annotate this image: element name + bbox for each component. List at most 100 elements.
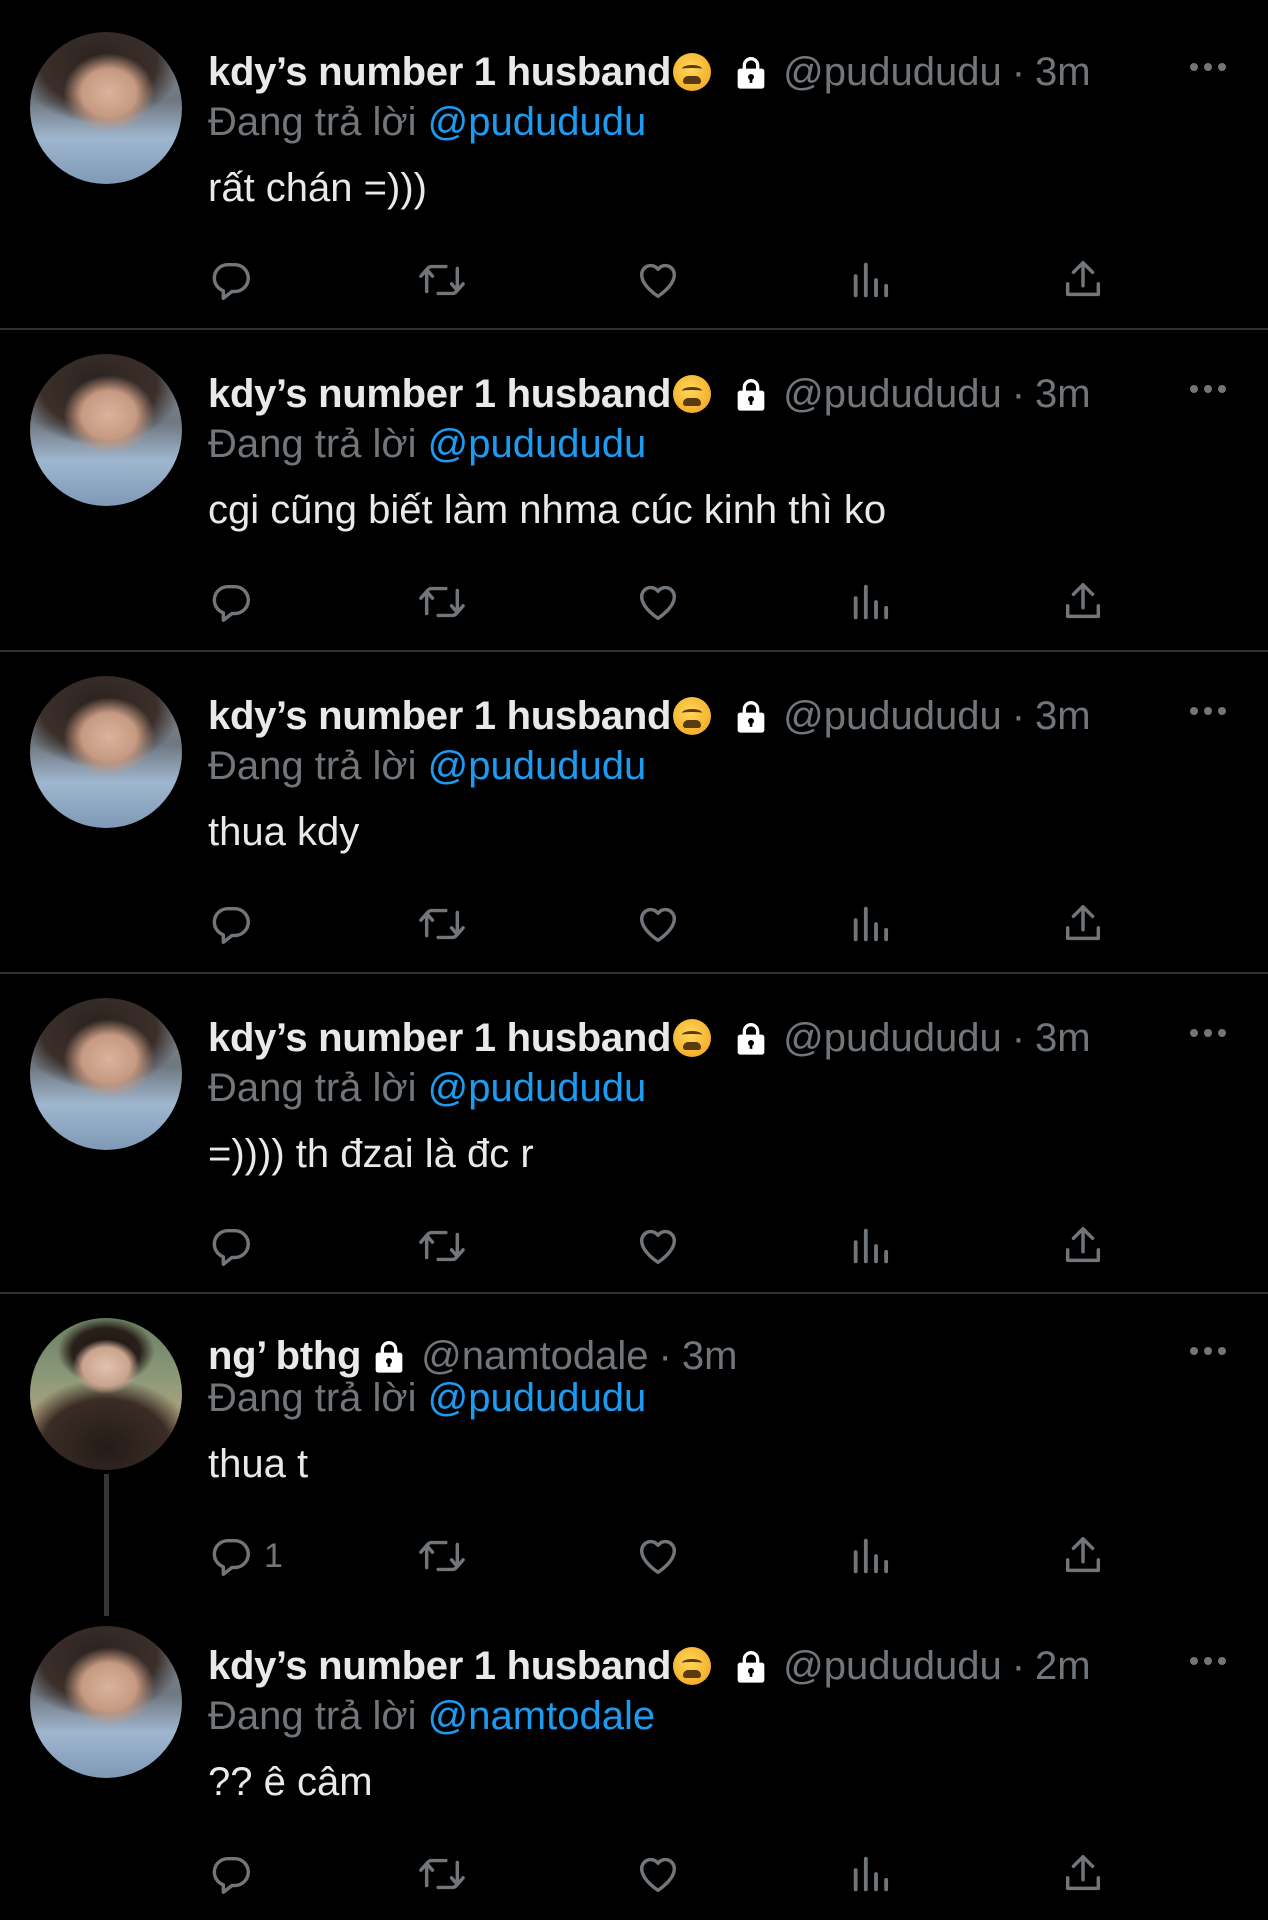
timestamp[interactable]: 3m: [1035, 372, 1091, 417]
like-button[interactable]: [634, 574, 682, 630]
tweet[interactable]: kdy’s number 1 husband @pudududu · 3m Đa…: [0, 330, 1268, 652]
retweet-icon: [416, 257, 468, 303]
reply-button[interactable]: [208, 896, 264, 952]
heart-icon: [634, 1223, 682, 1269]
tweet[interactable]: kdy’s number 1 husband @pudududu · 3m Đa…: [0, 0, 1268, 330]
handle[interactable]: @pudududu: [783, 50, 1002, 95]
share-button[interactable]: [1060, 1846, 1106, 1902]
views-button[interactable]: [848, 1846, 894, 1902]
handle[interactable]: @namtodale: [421, 1334, 648, 1379]
views-chart-icon: [848, 257, 894, 303]
display-name[interactable]: kdy’s number 1 husband: [208, 694, 671, 739]
like-button[interactable]: [634, 896, 682, 952]
tweet-text: rất chán =))): [208, 166, 427, 210]
like-button[interactable]: [634, 1218, 682, 1274]
more-dots-icon[interactable]: [1188, 1654, 1228, 1674]
display-name[interactable]: ng’ bthg: [208, 1334, 361, 1379]
separator-dot: ·: [1011, 49, 1026, 94]
retweet-button[interactable]: [416, 1218, 468, 1274]
thread-connector-line: [104, 1474, 109, 1616]
tired-face-emoji-icon: [673, 1019, 712, 1057]
timestamp[interactable]: 3m: [1035, 1016, 1091, 1061]
tweet[interactable]: kdy’s number 1 husband @pudududu · 3m Đa…: [0, 652, 1268, 974]
replying-label: Đang trả lời: [208, 100, 417, 144]
reply-button[interactable]: [208, 574, 264, 630]
like-button[interactable]: [634, 252, 682, 308]
handle[interactable]: @pudududu: [783, 1016, 1002, 1061]
lock-icon: [731, 1018, 771, 1058]
timestamp[interactable]: 3m: [682, 1334, 738, 1379]
display-name[interactable]: kdy’s number 1 husband: [208, 1644, 671, 1689]
retweet-button[interactable]: [416, 896, 468, 952]
reply-bubble-icon: [208, 579, 254, 625]
views-button[interactable]: [848, 896, 894, 952]
share-button[interactable]: [1060, 574, 1106, 630]
views-chart-icon: [848, 901, 894, 947]
views-button[interactable]: [848, 1218, 894, 1274]
timestamp[interactable]: 2m: [1035, 1644, 1091, 1689]
reply-bubble-icon: [208, 1533, 254, 1579]
more-dots-icon[interactable]: [1188, 1026, 1228, 1046]
lock-icon: [731, 1646, 771, 1686]
share-button[interactable]: [1060, 896, 1106, 952]
separator-dot: ·: [658, 1333, 672, 1378]
avatar[interactable]: [30, 354, 182, 506]
views-button[interactable]: [848, 574, 894, 630]
tweet-header: kdy’s number 1 husband @pudududu · 2m: [208, 1638, 1178, 1694]
more-dots-icon[interactable]: [1188, 60, 1228, 80]
avatar[interactable]: [30, 32, 182, 184]
reply-button[interactable]: [208, 252, 264, 308]
views-chart-icon: [848, 1223, 894, 1269]
reply-button[interactable]: [208, 1846, 264, 1902]
mention-link[interactable]: @pudududu: [428, 744, 647, 788]
reply-button[interactable]: [208, 1218, 264, 1274]
retweet-button[interactable]: [416, 1846, 468, 1902]
replying-to: Đang trả lời @pudududu: [208, 1376, 646, 1421]
avatar[interactable]: [30, 1318, 182, 1470]
share-button[interactable]: [1060, 1528, 1106, 1584]
timestamp[interactable]: 3m: [1035, 50, 1091, 95]
action-bar: [208, 252, 1128, 308]
avatar[interactable]: [30, 998, 182, 1150]
mention-link[interactable]: @pudududu: [428, 422, 647, 466]
retweet-button[interactable]: [416, 252, 468, 308]
separator-dot: ·: [1011, 1015, 1026, 1060]
retweet-button[interactable]: [416, 1528, 468, 1584]
tweet[interactable]: kdy’s number 1 husband @pudududu · 2m Đa…: [0, 1616, 1268, 1920]
avatar[interactable]: [30, 676, 182, 828]
handle[interactable]: @pudududu: [783, 694, 1002, 739]
views-button[interactable]: [848, 252, 894, 308]
reply-button[interactable]: 1: [208, 1528, 283, 1584]
tweet[interactable]: ng’ bthg @namtodale · 3m Đang trả lời @p…: [0, 1294, 1268, 1616]
mention-link[interactable]: @namtodale: [428, 1694, 655, 1738]
lock-icon: [731, 52, 771, 92]
like-button[interactable]: [634, 1846, 682, 1902]
mention-link[interactable]: @pudududu: [428, 100, 647, 144]
views-button[interactable]: [848, 1528, 894, 1584]
separator-dot: ·: [1011, 371, 1026, 416]
reply-bubble-icon: [208, 1223, 254, 1269]
display-name[interactable]: kdy’s number 1 husband: [208, 1016, 671, 1061]
display-name[interactable]: kdy’s number 1 husband: [208, 50, 671, 95]
timestamp[interactable]: 3m: [1035, 694, 1091, 739]
mention-link[interactable]: @pudududu: [428, 1066, 647, 1110]
tired-face-emoji-icon: [673, 1647, 712, 1685]
handle[interactable]: @pudududu: [783, 1644, 1002, 1689]
reply-bubble-icon: [208, 257, 254, 303]
action-bar: [208, 1218, 1128, 1274]
tweet-text: thua t: [208, 1442, 309, 1486]
mention-link[interactable]: @pudududu: [428, 1376, 647, 1420]
more-dots-icon[interactable]: [1188, 704, 1228, 724]
tired-face-emoji-icon: [673, 697, 712, 735]
more-dots-icon[interactable]: [1188, 382, 1228, 402]
handle[interactable]: @pudududu: [783, 372, 1002, 417]
display-name[interactable]: kdy’s number 1 husband: [208, 372, 671, 417]
tweet[interactable]: kdy’s number 1 husband @pudududu · 3m Đa…: [0, 974, 1268, 1294]
avatar[interactable]: [30, 1626, 182, 1778]
like-button[interactable]: [634, 1528, 682, 1584]
retweet-button[interactable]: [416, 574, 468, 630]
more-dots-icon[interactable]: [1188, 1344, 1228, 1364]
share-button[interactable]: [1060, 1218, 1106, 1274]
replying-to: Đang trả lời @pudududu: [208, 100, 646, 145]
share-button[interactable]: [1060, 252, 1106, 308]
